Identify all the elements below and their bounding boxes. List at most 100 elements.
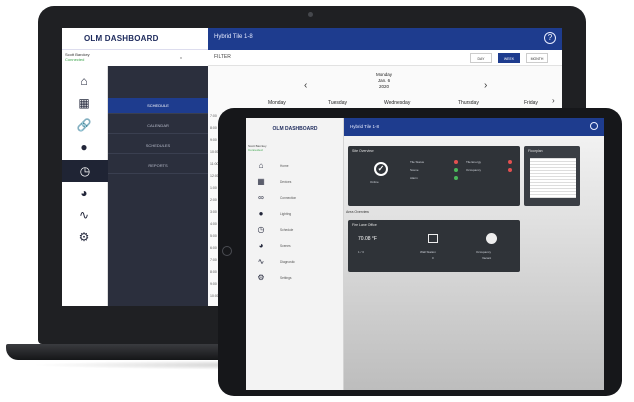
nav-item-lighting[interactable]: ● Lighting: [246, 206, 344, 222]
info-icon[interactable]: ?: [544, 32, 556, 44]
clock-icon: ◷: [257, 225, 265, 234]
view-day-button[interactable]: DAY: [470, 53, 492, 63]
devices-icon[interactable]: ▦: [75, 94, 93, 112]
time-label: 5:00: [210, 234, 217, 238]
nav-item-scenes[interactable]: ◕ Scenes: [246, 238, 344, 254]
check-icon: ✓: [374, 162, 388, 176]
brand-title: OLM DASHBOARD: [84, 34, 159, 43]
palette-icon[interactable]: ◕: [75, 184, 93, 202]
user-status: Connected: [65, 57, 85, 62]
calendar-date: Monday Jan. 6 2020: [354, 72, 414, 90]
laptop-brand-bar: OLM DASHBOARD: [62, 28, 208, 50]
laptop-header: Hybrid Tile 1-8 ?: [208, 28, 562, 50]
header-title: Hybrid Tile 1-8: [350, 124, 380, 129]
activity-icon: ∿: [257, 257, 265, 266]
card-title: Fire Lane Office: [352, 223, 377, 227]
view-week-button[interactable]: WEEK: [498, 53, 520, 63]
clock-icon[interactable]: ◷: [62, 160, 108, 182]
laptop-user-panel: Scott Barckey Connected x: [62, 50, 208, 66]
nav-label: Connection: [280, 196, 297, 200]
next-arrow-icon[interactable]: ›: [484, 80, 487, 91]
time-label: 7:00: [210, 258, 217, 262]
nav-label: Diagnostic: [280, 260, 295, 264]
day-header: Tuesday: [328, 100, 347, 106]
status-dot-red: [454, 160, 458, 164]
info-icon[interactable]: [590, 122, 598, 130]
laptop-icon-sidebar: ⌂ ▦ 🔗 ● ◷ ◕ ∿ ⚙: [62, 66, 108, 306]
tablet-header: Hybrid Tile 1-8: [344, 118, 604, 136]
time-label: 2:00: [210, 198, 217, 202]
status-item: Scene: [410, 168, 419, 172]
user-close[interactable]: x: [180, 55, 182, 60]
status-item: Tile Status: [410, 160, 425, 164]
bulb-icon[interactable]: ●: [75, 138, 93, 156]
time-label: 7:00: [210, 114, 217, 118]
link-icon: ∞: [258, 193, 264, 202]
time-label: 8:00: [210, 126, 217, 130]
card-title: Site Overview: [352, 149, 374, 153]
tablet-home-button: [222, 246, 232, 256]
brand-title: OLM DASHBOARD: [272, 126, 318, 132]
nav-item-connection[interactable]: ∞ Connection: [246, 190, 344, 206]
nav-label: Devices: [280, 180, 292, 184]
nav-item-devices[interactable]: ▦ Devices: [246, 174, 344, 190]
day-header: Thursday: [458, 100, 479, 106]
temperature-value: 70.08 °F: [358, 236, 377, 242]
home-icon[interactable]: ⌂: [75, 72, 93, 90]
tablet-screen: OLM DASHBOARD Scott Barckey Connected ⌂ …: [246, 118, 604, 390]
status-dot-green: [454, 168, 458, 172]
time-label: 9:00: [210, 282, 217, 286]
status-dot-green: [454, 176, 458, 180]
bulb-icon: ●: [258, 209, 264, 218]
card-title: Floorplan: [528, 149, 543, 153]
home-icon: ⌂: [258, 161, 264, 170]
occupancy-value: Vacant: [482, 256, 492, 260]
header-title: Hybrid Tile 1-8: [214, 34, 253, 40]
wall-station-label: Wall Station: [420, 250, 436, 254]
nav-item-diagnostic[interactable]: ∿ Diagnostic: [246, 254, 344, 270]
nav-label: Settings: [280, 276, 292, 280]
nav-item-schedule[interactable]: ◷ Schedule: [246, 222, 344, 238]
time-label: 8:00: [210, 270, 217, 274]
status-item: Occupancy: [466, 168, 482, 172]
floorplan-thumbnail: [530, 158, 576, 198]
status-item: Tile Energy: [466, 160, 482, 164]
time-label: 4:00: [210, 222, 217, 226]
laptop-camera: [308, 12, 313, 17]
tablet-main: Site Overview ✓ Online Tile Status Scene…: [344, 136, 604, 390]
laptop-filter-bar: FILTER DAY WEEK MONTH: [208, 50, 562, 66]
status-item: Alarm: [410, 176, 418, 180]
filter-label[interactable]: FILTER: [214, 54, 231, 60]
occupancy-label: Occupancy: [476, 250, 492, 254]
scroll-right-icon[interactable]: ›: [552, 96, 555, 105]
prev-arrow-icon[interactable]: ‹: [304, 80, 307, 91]
palette-icon: ◕: [258, 241, 264, 250]
date-year: 2020: [378, 84, 389, 89]
floorplan-card[interactable]: Floorplan: [524, 146, 580, 206]
nav-label: Schedule: [280, 228, 294, 232]
activity-icon[interactable]: ∿: [75, 206, 93, 224]
wall-station-value: 0: [432, 256, 434, 260]
sub-menu-item[interactable]: REPORTS: [108, 158, 208, 174]
sub-menu-item[interactable]: SCHEDULES: [108, 138, 208, 154]
link-icon[interactable]: 🔗: [75, 116, 93, 134]
status-dot-red: [508, 160, 512, 164]
temperature-sub: 1 / 3: [358, 250, 364, 254]
sub-menu-item[interactable]: CALENDAR: [108, 118, 208, 134]
nav-item-home[interactable]: ⌂ Home: [246, 158, 344, 174]
time-label: 1:00: [210, 186, 217, 190]
area-overview-card[interactable]: Fire Lane Office 70.08 °F 1 / 3 Wall Sta…: [348, 220, 520, 272]
site-overview-card[interactable]: Site Overview ✓ Online Tile Status Scene…: [348, 146, 520, 206]
sub-menu-item[interactable]: SCHEDULE: [108, 98, 208, 114]
gear-icon[interactable]: ⚙: [75, 228, 93, 246]
devices-icon: ▦: [257, 177, 265, 186]
area-section-title: Area Overview: [346, 210, 369, 214]
nav-item-settings[interactable]: ⚙ Settings: [246, 270, 344, 286]
day-header: Friday: [524, 100, 538, 106]
status-dot-red: [508, 168, 512, 172]
user-status: Connected: [248, 148, 263, 152]
time-label: 9:00: [210, 138, 217, 142]
view-month-button[interactable]: MONTH: [526, 53, 548, 63]
laptop-sub-menu: SCHEDULE CALENDAR SCHEDULES REPORTS: [108, 66, 208, 306]
gear-icon: ⚙: [257, 273, 265, 282]
